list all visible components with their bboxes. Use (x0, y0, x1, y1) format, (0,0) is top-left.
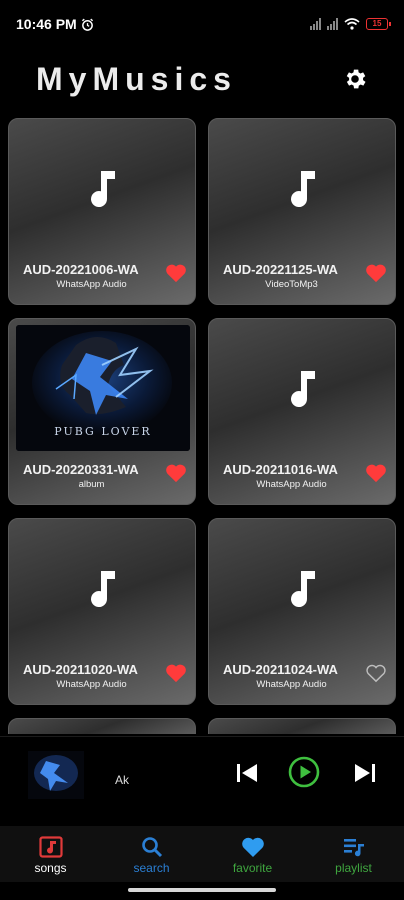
nav-item-search[interactable]: search (101, 826, 202, 882)
favorite-heart-icon[interactable] (365, 263, 387, 283)
app-header: MyMusics (0, 48, 404, 110)
song-title: AUD-20221006-WA (23, 262, 139, 277)
song-title: AUD-20211020-WA (23, 662, 138, 677)
song-title: AUD-20220331-WA (23, 462, 139, 477)
music-note-icon (291, 371, 315, 408)
nav-label-search: search (133, 861, 170, 875)
nav-label-songs: songs (34, 861, 67, 875)
favorite-heart-outline-icon[interactable] (365, 663, 387, 683)
nav-item-playlist[interactable]: playlist (303, 826, 404, 882)
song-subtitle: VideoToMp3 (265, 279, 318, 290)
nav-item-favorite[interactable]: favorite (202, 826, 303, 882)
status-time: 10:46 PM (16, 16, 77, 32)
favorite-heart-icon[interactable] (365, 463, 387, 483)
song-card-partial[interactable] (208, 718, 396, 734)
music-note-icon (91, 571, 115, 608)
status-bar: 10:46 PM 15 (0, 0, 404, 48)
song-title: AUD-20211016-WA (223, 462, 338, 477)
player-artwork[interactable] (28, 751, 84, 799)
music-note-icon (91, 171, 115, 208)
nav-label-playlist: playlist (335, 861, 372, 875)
wifi-icon (344, 18, 360, 30)
mini-player[interactable]: Ak (0, 736, 404, 810)
battery-icon: 15 (366, 18, 391, 30)
music-note-icon (291, 571, 315, 608)
home-indicator[interactable] (128, 888, 276, 892)
song-card[interactable]: AUD-20221125-WA VideoToMp3 (208, 118, 396, 305)
song-title: AUD-20211024-WA (223, 662, 338, 677)
song-subtitle: WhatsApp Audio (56, 679, 127, 690)
next-track-icon[interactable] (354, 763, 376, 783)
song-card-partial[interactable] (8, 718, 196, 734)
alarm-icon (81, 18, 93, 31)
music-note-box-icon (38, 836, 63, 858)
favorite-heart-icon[interactable] (165, 663, 187, 683)
heart-icon (241, 837, 264, 857)
album-artwork: PUBG LOVER (16, 325, 190, 451)
favorite-heart-icon[interactable] (165, 463, 187, 483)
song-subtitle: WhatsApp Audio (256, 679, 327, 690)
nav-label-favorite: favorite (232, 861, 273, 875)
player-artwork-image (28, 751, 84, 799)
nav-item-songs[interactable]: songs (0, 826, 101, 882)
song-card[interactable]: AUD-20211016-WA WhatsApp Audio (208, 318, 396, 505)
song-card[interactable]: AUD-20221006-WA WhatsApp Audio (8, 118, 196, 305)
song-title: AUD-20221125-WA (223, 262, 338, 277)
music-note-icon (291, 171, 315, 208)
song-subtitle: WhatsApp Audio (256, 479, 327, 490)
song-subtitle: album (78, 479, 105, 490)
song-subtitle: WhatsApp Audio (56, 279, 127, 290)
bottom-navigation: songs search favorite playlist (0, 826, 404, 882)
search-icon (141, 837, 162, 858)
artwork-caption: PUBG LOVER (54, 425, 152, 438)
song-grid[interactable]: AUD-20221006-WA WhatsApp Audio AUD-20221… (8, 118, 396, 734)
signal-icon (310, 18, 321, 30)
player-track-name: Ak (115, 773, 130, 787)
play-button-icon[interactable] (288, 756, 320, 788)
previous-track-icon[interactable] (236, 763, 258, 783)
signal-icon-2 (327, 18, 338, 30)
settings-gear-icon[interactable] (342, 66, 368, 92)
song-card[interactable]: PUBG LOVER AUD-20220331-WA album (8, 318, 196, 505)
favorite-heart-icon[interactable] (165, 263, 187, 283)
app-title: MyMusics (36, 60, 237, 97)
song-card[interactable]: AUD-20211024-WA WhatsApp Audio (208, 518, 396, 705)
song-card[interactable]: AUD-20211020-WA WhatsApp Audio (8, 518, 196, 705)
playlist-icon (343, 839, 364, 857)
